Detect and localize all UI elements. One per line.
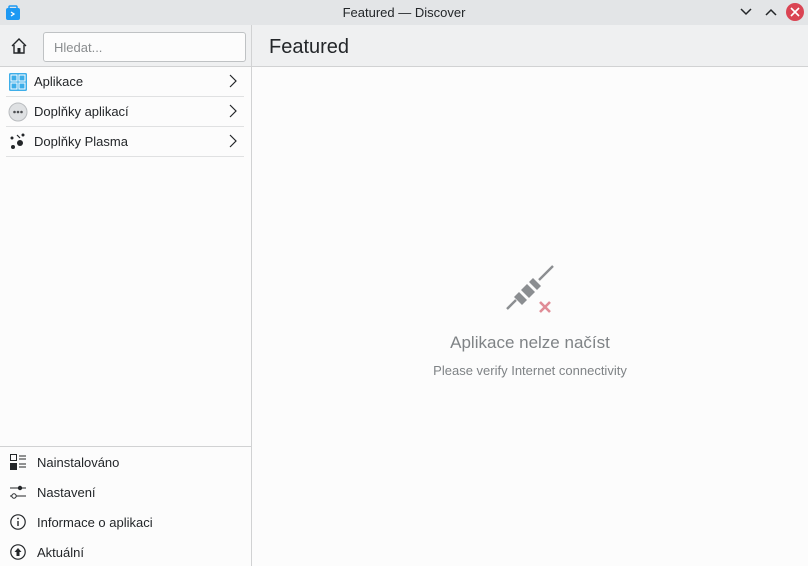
minimize-button[interactable] (737, 3, 755, 21)
sidebar-header (0, 25, 251, 67)
sidebar: Aplikace Doplňky aplikací (0, 25, 252, 566)
category-item-doplnky-plasma[interactable]: Doplňky Plasma (6, 127, 244, 157)
nav-item-about[interactable]: Informace o aplikaci (0, 507, 251, 537)
chevron-right-icon (229, 134, 237, 148)
category-label: Doplňky Plasma (34, 134, 128, 149)
category-label: Aplikace (34, 74, 84, 89)
info-icon (9, 513, 27, 531)
page-title: Featured (269, 36, 350, 58)
maximize-button[interactable] (762, 3, 780, 21)
chevron-up-icon (765, 8, 777, 16)
plasma-icon (8, 132, 28, 152)
category-list: Aplikace Doplňky aplikací Doplňky Plasma (6, 67, 244, 157)
main-content: Featured Aplikace nelze načíst Please ve… (252, 25, 808, 566)
sidebar-bottom-nav: Nainstalováno Nastavení Informace o apli… (0, 446, 251, 566)
update-arrow-icon (9, 543, 27, 561)
applications-grid-icon (8, 72, 28, 92)
category-label: Doplňky aplikací (34, 104, 129, 119)
empty-state-title: Aplikace nelze načíst (450, 333, 610, 352)
close-icon (790, 7, 800, 17)
title-bar: Featured — Discover (0, 0, 808, 25)
nav-item-installed[interactable]: Nainstalováno (0, 447, 251, 477)
empty-state-subtitle: Please verify Internet connectivity (433, 363, 627, 378)
nav-label: Aktuální (37, 544, 84, 560)
nav-label: Nastavení (37, 484, 96, 500)
close-button[interactable] (786, 3, 804, 21)
settings-sliders-icon (9, 483, 27, 501)
home-icon (11, 38, 27, 54)
network-disconnected-icon (504, 263, 556, 315)
home-button[interactable] (9, 36, 29, 56)
search-input[interactable] (43, 32, 246, 62)
empty-state: Aplikace nelze načíst Please verify Inte… (252, 263, 808, 378)
nav-item-settings[interactable]: Nastavení (0, 477, 251, 507)
addons-dots-icon (8, 102, 28, 122)
window-title: Featured — Discover (342, 5, 466, 20)
nav-item-updates[interactable]: Aktuální (0, 537, 251, 566)
category-item-aplikace[interactable]: Aplikace (6, 67, 244, 97)
main-header: Featured (252, 25, 808, 67)
category-item-doplnky-aplikaci[interactable]: Doplňky aplikací (6, 97, 244, 127)
nav-label: Nainstalováno (37, 454, 120, 470)
chevron-right-icon (229, 74, 237, 88)
nav-label: Informace o aplikaci (37, 514, 153, 530)
installed-icon (9, 453, 27, 471)
chevron-down-icon (740, 8, 752, 16)
chevron-right-icon (229, 104, 237, 118)
